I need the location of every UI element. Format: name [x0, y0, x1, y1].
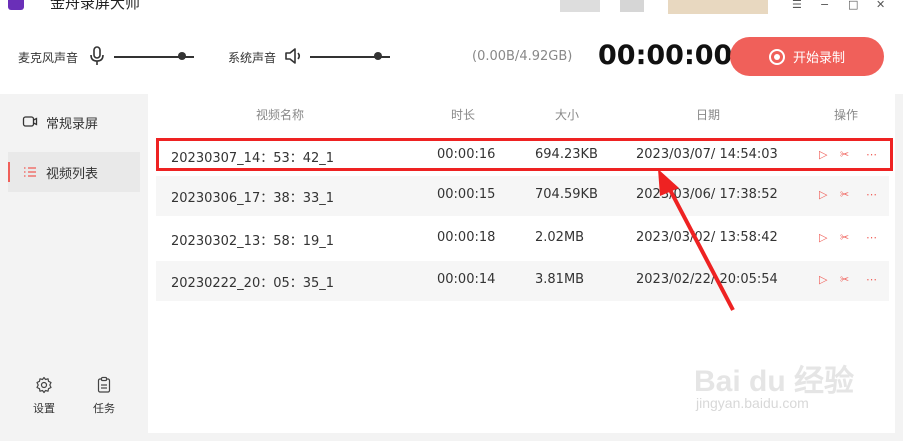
mic-volume-knob[interactable] — [178, 52, 186, 60]
sidebar-item-label: 常规录屏 — [46, 116, 99, 132]
watermark-url: jingyan.baidu.com — [696, 395, 809, 411]
play-icon[interactable]: ▷ — [819, 231, 827, 244]
settings-label: 设置 — [33, 402, 55, 415]
video-name: 20230302_13：58：19_1 — [171, 234, 335, 249]
system-volume-label: 系统声音 — [228, 51, 277, 65]
system-volume-knob[interactable] — [374, 52, 382, 60]
watermark-brand: Bai du 经验 — [694, 365, 855, 398]
close-button[interactable]: ✕ — [876, 0, 885, 11]
video-duration: 00:00:15 — [437, 187, 496, 202]
recording-timer: 00:00:00 — [598, 40, 733, 71]
microphone-icon[interactable] — [88, 46, 106, 66]
speaker-icon[interactable] — [284, 46, 304, 66]
tasks-button[interactable]: 任务 — [84, 376, 124, 416]
app-title: 金舟录屏大师 — [50, 0, 141, 12]
tasks-label: 任务 — [93, 402, 115, 415]
video-name: 20230306_17：38：33_1 — [171, 191, 335, 206]
video-date: 2023/03/06/ 17:38:52 — [636, 187, 778, 202]
list-icon — [20, 164, 40, 180]
video-size: 3.81MB — [535, 272, 585, 287]
app-logo — [8, 0, 24, 10]
video-size: 704.59KB — [535, 187, 598, 202]
video-date: 2023/02/22/ 20:05:54 — [636, 272, 778, 287]
sidebar-item-screen-record[interactable]: 常规录屏 — [8, 102, 140, 142]
blurred-area — [560, 0, 600, 12]
start-recording-label: 开始录制 — [792, 51, 845, 66]
start-recording-button[interactable]: 开始录制 — [730, 37, 884, 76]
task-icon — [97, 376, 111, 393]
sidebar: 常规录屏 视频列表 设置 任务 — [8, 94, 140, 431]
scissors-icon[interactable]: ✂ — [840, 273, 849, 286]
video-name: 20230222_20：05：35_1 — [171, 276, 335, 291]
play-icon[interactable]: ▷ — [819, 188, 827, 201]
video-size: 2.02MB — [535, 230, 585, 245]
minimize-button[interactable]: − — [820, 0, 829, 11]
sidebar-item-label: 视频列表 — [46, 166, 99, 182]
more-icon[interactable]: ⋯ — [866, 231, 877, 244]
blurred-avatar — [668, 0, 768, 14]
storage-usage: (0.00B/4.92GB) — [472, 49, 573, 64]
menu-button[interactable]: ☰ — [792, 0, 802, 11]
table-row[interactable]: 20230222_20：05：35_1 00:00:14 3.81MB 2023… — [156, 261, 889, 301]
column-header-actions: 操作 — [834, 108, 859, 122]
column-header-name: 视频名称 — [256, 108, 305, 122]
column-header-duration: 时长 — [451, 108, 476, 122]
control-bar: 麦克风声音 系统声音 (0.00B/4.92GB) 00:00:00 开始录制 — [0, 14, 903, 94]
more-icon[interactable]: ⋯ — [866, 188, 877, 201]
gear-icon — [36, 376, 52, 394]
table-row[interactable]: 20230302_13：58：19_1 00:00:18 2.02MB 2023… — [156, 219, 889, 259]
settings-button[interactable]: 设置 — [24, 376, 64, 416]
video-duration: 00:00:18 — [437, 230, 496, 245]
maximize-button[interactable]: □ — [848, 0, 858, 11]
video-date: 2023/03/02/ 13:58:42 — [636, 230, 778, 245]
scissors-icon[interactable]: ✂ — [840, 188, 849, 201]
scissors-icon[interactable]: ✂ — [840, 231, 849, 244]
active-indicator — [8, 162, 10, 182]
highlight-box — [156, 138, 893, 171]
record-icon — [768, 48, 785, 65]
blurred-area — [620, 0, 644, 12]
column-header-date: 日期 — [696, 108, 721, 122]
table-row[interactable]: 20230306_17：38：33_1 00:00:15 704.59KB 20… — [156, 176, 889, 216]
mic-volume-label: 麦克风声音 — [18, 51, 79, 65]
more-icon[interactable]: ⋯ — [866, 273, 877, 286]
column-header-size: 大小 — [555, 108, 580, 122]
title-bar: 金舟录屏大师 ☰ − □ ✕ — [0, 0, 903, 14]
video-duration: 00:00:14 — [437, 272, 496, 287]
screen-record-icon — [20, 114, 40, 130]
play-icon[interactable]: ▷ — [819, 273, 827, 286]
sidebar-item-video-list[interactable]: 视频列表 — [8, 152, 140, 192]
